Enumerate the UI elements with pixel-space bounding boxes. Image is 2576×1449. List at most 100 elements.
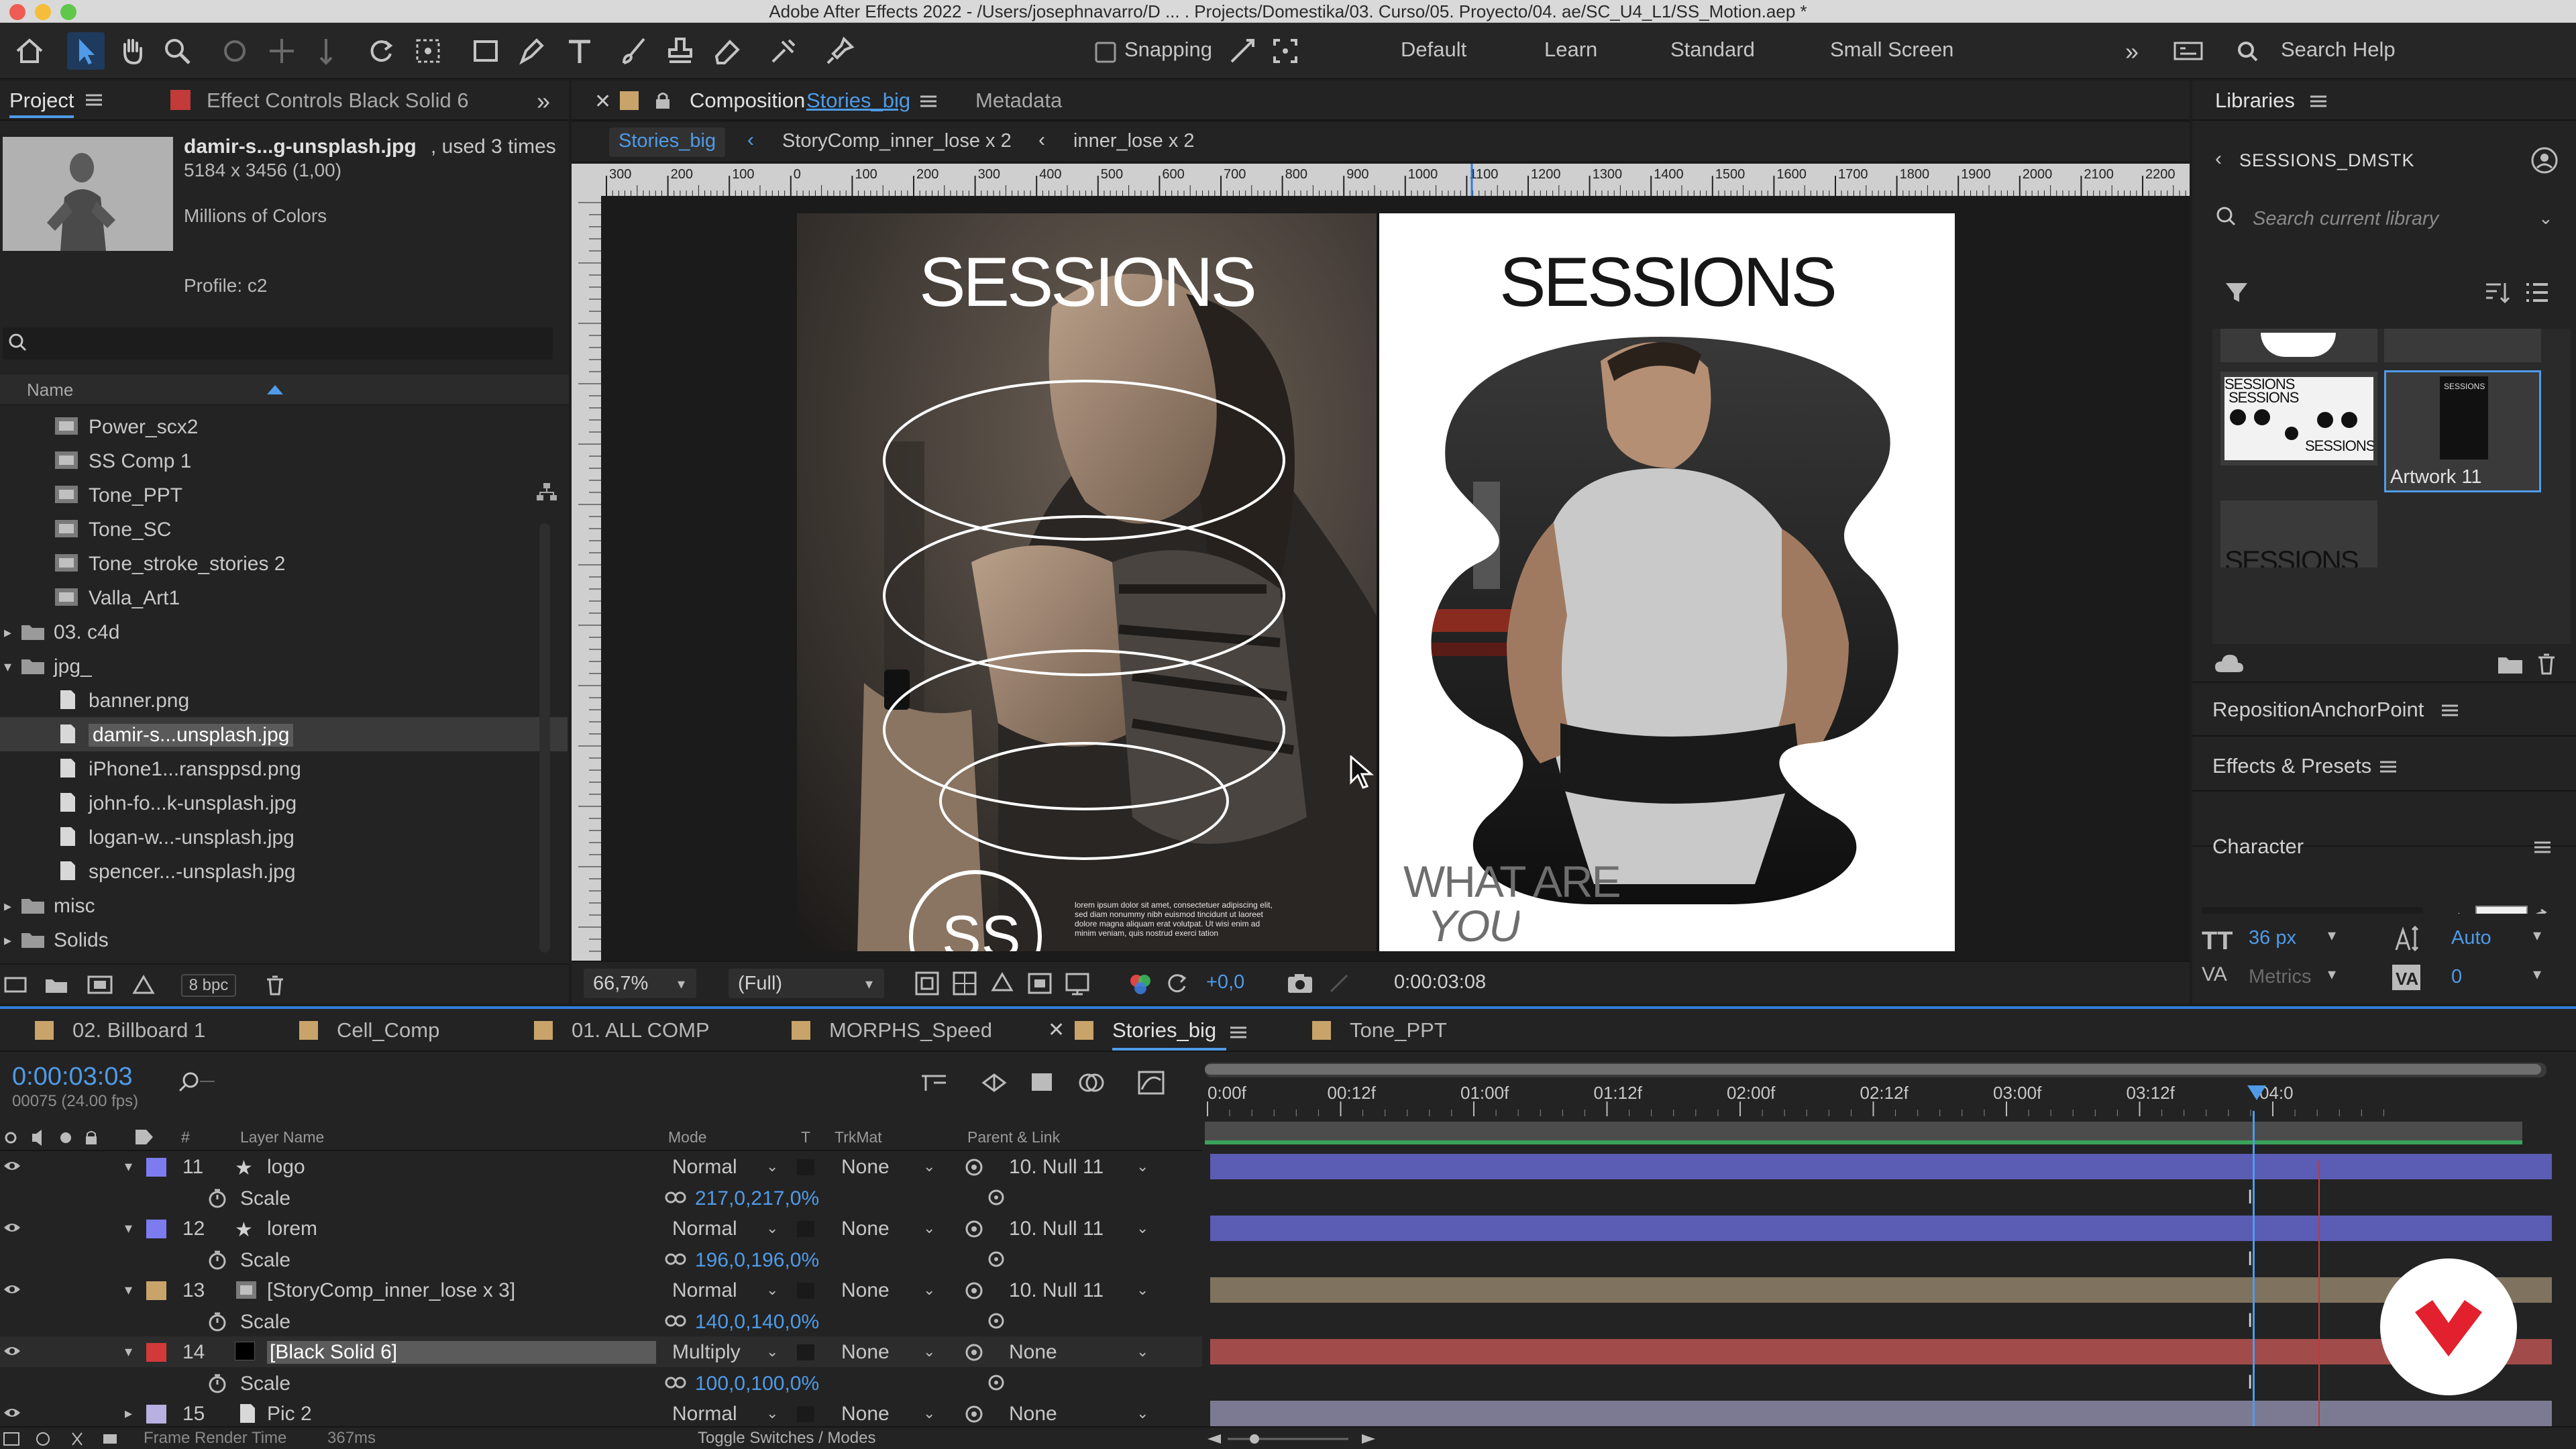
type-tool-icon[interactable]: [561, 32, 598, 70]
new-library-folder-icon[interactable]: [2496, 651, 2525, 678]
pen-tool-icon[interactable]: [513, 32, 550, 70]
playhead-handle[interactable]: [2247, 1085, 2266, 1100]
chevron-down-icon[interactable]: ▾: [2533, 965, 2541, 984]
selection-tool-icon[interactable]: [67, 32, 105, 70]
resolution-dropdown[interactable]: (Full) ▾: [729, 969, 884, 998]
roto-brush-tool-icon[interactable]: [765, 32, 802, 70]
transparency-grid-icon[interactable]: [951, 970, 978, 997]
chevron-down-icon[interactable]: ⌄: [766, 1158, 778, 1175]
library-thumb-3[interactable]: SESSIONS SESSIONS SESSIONS: [2220, 372, 2377, 466]
comp-panel-menu-icon[interactable]: [920, 95, 936, 107]
project-item[interactable]: Tone_stroke_stories 2: [0, 546, 568, 580]
comp-name-link[interactable]: Stories_big: [806, 89, 910, 113]
layer-name[interactable]: [Black Solid 6]: [267, 1341, 656, 1364]
collaborator-icon[interactable]: [2530, 146, 2559, 174]
panel-overflow-icon[interactable]: »: [537, 87, 550, 115]
chevron-down-icon[interactable]: ⌄: [1136, 1220, 1148, 1237]
character-menu-icon[interactable]: [2534, 841, 2551, 853]
rotation-tool-icon[interactable]: [362, 32, 400, 70]
timeline-tab[interactable]: MORPHS_Speed: [829, 1018, 992, 1042]
trash-icon[interactable]: [262, 973, 288, 997]
timeline-tab[interactable]: 01. ALL COMP: [572, 1018, 710, 1042]
snapping-checkbox[interactable]: [1093, 32, 1122, 70]
composition-viewer[interactable]: SESSIONS SS lorem ipsum dolor sit amet, …: [797, 213, 1955, 951]
layer-row[interactable]: ▾ 14 [Black Solid 6] Multiply ⌄ None ⌄ None ⌄: [0, 1336, 1202, 1367]
timeline-menu-icon[interactable]: [1230, 1026, 1246, 1038]
new-folder-icon[interactable]: [43, 973, 70, 997]
project-item[interactable]: Valla_Art1: [0, 580, 568, 614]
chevron-down-icon[interactable]: ⌄: [766, 1405, 778, 1422]
layer-row[interactable]: ▾ 12 ★ lorem Normal ⌄ None ⌄ 10. Null 11 ⌄: [0, 1213, 1202, 1244]
layer-row[interactable]: ▾ 11 ★ logo Normal ⌄ None ⌄ 10. Null 11 ⌄: [0, 1151, 1202, 1182]
delete-library-item-icon[interactable]: [2533, 651, 2560, 678]
layer-label-color[interactable]: [146, 1158, 166, 1177]
blend-mode-dropdown[interactable]: Multiply: [672, 1341, 741, 1364]
frame-blending-icon[interactable]: [1076, 1069, 1107, 1096]
home-icon[interactable]: [11, 32, 48, 70]
layer-name-column-header[interactable]: Layer Name: [240, 1128, 324, 1146]
eye-visibility-icon[interactable]: [3, 1405, 21, 1421]
more-workspaces-icon[interactable]: »: [2125, 38, 2139, 66]
new-composition-icon[interactable]: [86, 973, 115, 997]
sort-ascending-icon[interactable]: [267, 385, 283, 394]
layer-label-color[interactable]: [146, 1220, 166, 1238]
toggle-switches-modes[interactable]: Toggle Switches / Modes: [698, 1429, 875, 1448]
preserve-transparency-toggle[interactable]: [797, 1344, 814, 1360]
puppet-pin-tool-icon[interactable]: [821, 32, 859, 70]
parent-dropdown[interactable]: 10. Null 11: [1009, 1279, 1104, 1302]
layer-label-color[interactable]: [146, 1405, 166, 1424]
close-tab-icon[interactable]: ✕: [1048, 1018, 1065, 1042]
chevron-down-icon[interactable]: ⌄: [923, 1343, 935, 1360]
chevron-down-icon[interactable]: ⌄: [923, 1158, 935, 1175]
expand-closed-icon[interactable]: ▸: [4, 932, 11, 949]
twirl-down-icon[interactable]: ▾: [125, 1343, 132, 1360]
stopwatch-icon[interactable]: [207, 1373, 228, 1394]
breadcrumb-stories-big[interactable]: Stories_big: [609, 127, 726, 157]
viewer-timecode[interactable]: 0:00:03:08: [1394, 971, 1486, 994]
workspace-small-screen[interactable]: Small Screen: [1830, 38, 1953, 62]
layer-name[interactable]: lorem: [267, 1218, 317, 1240]
project-folder[interactable]: ▸ 03. c4d: [0, 614, 568, 649]
chevron-down-icon[interactable]: ⌄: [1136, 1405, 1148, 1422]
tracking-value[interactable]: 0: [2451, 966, 2462, 988]
project-item[interactable]: Tone_PPT: [0, 478, 568, 512]
layer-duration-bar[interactable]: [1210, 1154, 2552, 1179]
track-matte-dropdown[interactable]: None: [841, 1218, 890, 1240]
layer-duration-bar[interactable]: [1210, 1339, 2552, 1364]
property-value[interactable]: 217,0,217,0%: [695, 1187, 819, 1210]
chevron-down-icon[interactable]: ▾: [2533, 926, 2541, 945]
workspace-learn[interactable]: Learn: [1544, 38, 1597, 62]
color-channels-icon[interactable]: [1127, 970, 1154, 997]
leading-value[interactable]: Auto: [2451, 927, 2491, 949]
sort-icon[interactable]: [2483, 279, 2510, 306]
mask-visibility-icon[interactable]: [989, 970, 1016, 997]
timeline-tab[interactable]: Tone_PPT: [1350, 1018, 1447, 1042]
kerning-value[interactable]: Metrics: [2249, 966, 2311, 988]
render-settings-icon[interactable]: [130, 973, 161, 997]
breadcrumb-storycomp[interactable]: StoryComp_inner_lose x 2: [782, 130, 1012, 152]
search-help-input[interactable]: Search Help: [2281, 38, 2396, 62]
project-folder[interactable]: ▾ jpg_: [0, 649, 568, 683]
parent-dropdown[interactable]: None: [1009, 1341, 1057, 1364]
project-item[interactable]: logan-w...-unsplash.jpg: [0, 820, 568, 854]
close-tab-icon[interactable]: ✕: [594, 90, 611, 113]
layer-name[interactable]: logo: [267, 1156, 305, 1179]
layer-name[interactable]: Pic 2: [267, 1403, 312, 1426]
chevron-down-icon[interactable]: ⌄: [923, 1281, 935, 1299]
tab-composition[interactable]: Composition: [690, 89, 805, 113]
blend-mode-dropdown[interactable]: Normal: [672, 1403, 737, 1426]
filter-icon[interactable]: [2223, 279, 2250, 306]
zoom-dropdown[interactable]: 66,7% ▾: [584, 969, 696, 998]
tab-project[interactable]: Project: [9, 89, 74, 113]
eye-visibility-icon[interactable]: [3, 1220, 21, 1236]
library-search-input[interactable]: Search current library: [2253, 208, 2438, 230]
twirl-down-icon[interactable]: ▾: [125, 1158, 132, 1175]
timeline-tab[interactable]: Cell_Comp: [337, 1018, 439, 1042]
property-value[interactable]: 196,0,196,0%: [695, 1249, 819, 1272]
project-item[interactable]: damir-s...unsplash.jpg: [0, 717, 568, 751]
project-item[interactable]: iPhone1...ransppsd.png: [0, 751, 568, 786]
track-matte-dropdown[interactable]: None: [841, 1156, 890, 1179]
blend-mode-dropdown[interactable]: Normal: [672, 1218, 737, 1240]
cloud-icon[interactable]: [2212, 651, 2245, 678]
reposition-anchor-panel[interactable]: RepositionAnchorPoint: [2192, 684, 2576, 737]
